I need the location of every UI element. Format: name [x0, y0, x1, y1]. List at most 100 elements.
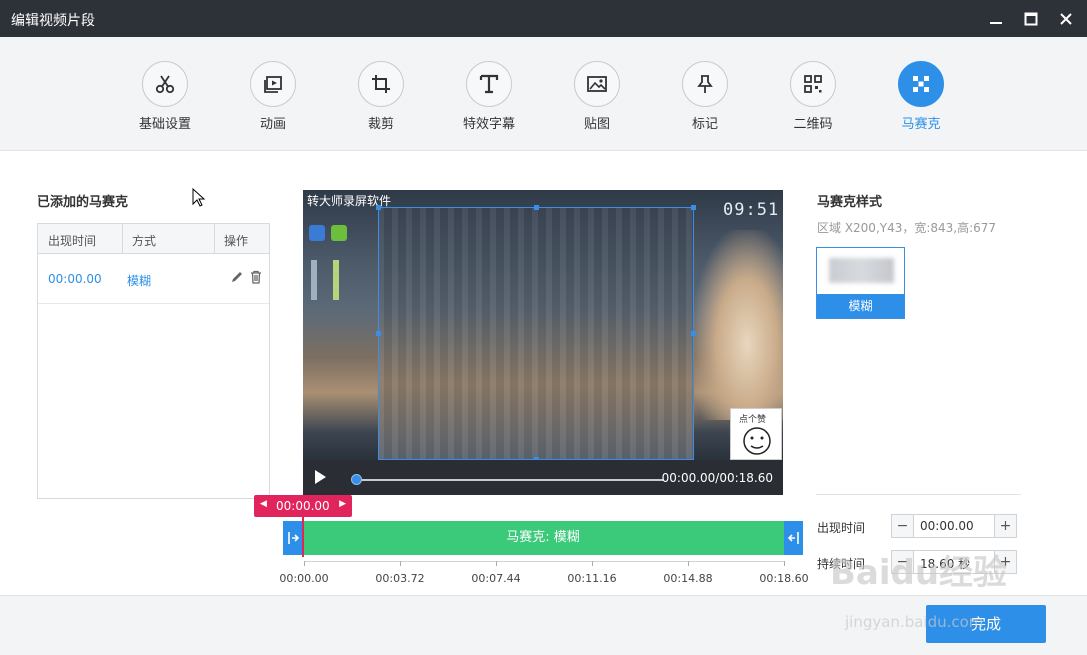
appear-time-stepper[interactable]: − 00:00.00 + — [891, 514, 1017, 538]
timeline-tick — [304, 561, 305, 566]
tab-mosaic[interactable]: 马赛克 — [876, 61, 966, 132]
timeline-tick — [592, 561, 593, 566]
tab-mark[interactable]: 标记 — [660, 61, 750, 132]
pin-icon — [682, 61, 728, 107]
mosaic-clip[interactable]: 马赛克: 模糊 — [302, 521, 784, 555]
mosaic-list: 出现时间 方式 操作 00:00.00 模糊 — [37, 223, 270, 499]
decrement-button[interactable]: − — [892, 515, 914, 537]
added-mosaic-title: 已添加的马赛克 — [37, 195, 129, 210]
close-icon — [1060, 13, 1072, 25]
playhead[interactable] — [302, 517, 304, 557]
progress-track[interactable] — [353, 479, 663, 481]
image-icon — [574, 61, 620, 107]
mosaic-selection-box[interactable] — [376, 205, 696, 462]
edit-icon[interactable] — [229, 269, 245, 285]
title-bar: 编辑视频片段 — [0, 0, 1087, 37]
sticker-text: 点个赞 — [739, 415, 767, 425]
tab-label: 标记 — [691, 117, 718, 132]
mosaic-mode: 模糊 — [127, 274, 152, 288]
video-preview[interactable]: 转大师录屏软件 09:51 点个赞 00:00.00/00:18.60 — [303, 190, 783, 495]
scissors-icon — [142, 61, 188, 107]
tab-sticker[interactable]: 贴图 — [552, 61, 642, 132]
marker-time: 00:00.00 — [276, 499, 330, 513]
timeline-tick-label: 00:07.44 — [471, 572, 521, 585]
timeline-tick-label: 00:03.72 — [375, 572, 425, 585]
list-header: 出现时间 方式 操作 — [38, 224, 269, 254]
tab-label: 二维码 — [793, 117, 833, 132]
maximize-icon — [1024, 12, 1038, 26]
text-icon — [466, 61, 512, 107]
tab-label: 马赛克 — [901, 117, 941, 132]
bracket-in-icon — [287, 532, 299, 544]
tab-label: 裁剪 — [367, 117, 394, 132]
timeline-time-marker[interactable]: ◀ 00:00.00 ▶ — [254, 495, 352, 517]
play-icon[interactable] — [315, 470, 326, 484]
mouse-cursor-icon — [192, 188, 206, 207]
column-header-action: 操作 — [224, 234, 249, 248]
desktop-icon — [331, 225, 347, 241]
baidu-watermark-url: jingyan.baidu.com — [845, 613, 984, 631]
mosaic-time: 00:00.00 — [48, 272, 102, 286]
tab-label: 动画 — [259, 117, 286, 132]
list-item[interactable]: 00:00.00 模糊 — [38, 254, 269, 304]
resize-handle[interactable] — [691, 205, 696, 210]
clip-end-handle[interactable] — [784, 521, 803, 555]
appear-time-label: 出现时间 — [817, 521, 866, 535]
tab-label: 特效字幕 — [462, 117, 515, 132]
minimize-button[interactable] — [985, 8, 1007, 30]
progress-knob[interactable] — [351, 474, 362, 485]
mosaic-icon — [898, 61, 944, 107]
resize-handle[interactable] — [691, 331, 696, 336]
tool-tabs: 基础设置 动画 裁剪 特效字幕 贴图 标记 二维码 马赛克 — [0, 37, 1087, 151]
divider — [816, 494, 1021, 495]
tab-effect-subtitle[interactable]: 特效字幕 — [444, 61, 534, 132]
timeline-tick-label: 00:18.60 — [759, 572, 809, 585]
animation-icon — [250, 61, 296, 107]
minimize-icon — [990, 22, 1002, 24]
desktop-icon — [309, 225, 325, 241]
column-header-time: 出现时间 — [48, 234, 97, 248]
maximize-button[interactable] — [1020, 8, 1042, 30]
column-header-mode: 方式 — [132, 234, 157, 248]
resize-handle[interactable] — [376, 331, 381, 336]
clip-start-handle[interactable] — [283, 521, 302, 555]
desktop-icon — [333, 260, 339, 300]
video-clock: 09:51 — [723, 200, 780, 220]
timeline-tick-label: 00:00.00 — [279, 572, 329, 585]
mosaic-style-title: 马赛克样式 — [817, 195, 883, 210]
desktop-icon — [311, 260, 317, 300]
qrcode-icon — [790, 61, 836, 107]
style-option-blur[interactable]: 模糊 — [816, 247, 905, 319]
crop-icon — [358, 61, 404, 107]
tab-animation[interactable]: 动画 — [228, 61, 318, 132]
timeline-tick — [496, 561, 497, 566]
video-cloud — [693, 230, 783, 420]
timeline-tick-label: 00:14.88 — [663, 572, 713, 585]
timeline-tick — [400, 561, 401, 566]
video-frame: 转大师录屏软件 09:51 点个赞 — [303, 190, 783, 462]
delete-icon[interactable] — [248, 269, 264, 285]
bracket-out-icon — [787, 532, 799, 544]
baidu-watermark-logo: Baidu经验 — [830, 553, 1008, 593]
tab-crop[interactable]: 裁剪 — [336, 61, 426, 132]
tab-label: 贴图 — [583, 117, 610, 132]
tab-basic-settings[interactable]: 基础设置 — [120, 61, 210, 132]
resize-handle[interactable] — [534, 205, 539, 210]
timeline-tick-label: 00:11.16 — [567, 572, 617, 585]
close-button[interactable] — [1055, 8, 1077, 30]
sticker-image: 点个赞 — [730, 408, 782, 460]
face-icon — [743, 427, 771, 455]
timeline-tick — [688, 561, 689, 566]
tab-qrcode[interactable]: 二维码 — [768, 61, 858, 132]
mosaic-region-info: 区域 X200,Y43，宽:843,高:677 — [817, 221, 997, 235]
window-title: 编辑视频片段 — [11, 13, 95, 29]
player-timecode: 00:00.00/00:18.60 — [661, 471, 773, 485]
appear-time-value[interactable]: 00:00.00 — [920, 519, 974, 533]
arrow-left-icon[interactable]: ◀ — [260, 499, 267, 509]
tab-label: 基础设置 — [138, 117, 191, 132]
timeline-ruler — [304, 561, 784, 562]
arrow-right-icon[interactable]: ▶ — [339, 499, 346, 509]
resize-handle[interactable] — [376, 205, 381, 210]
player-controls: 00:00.00/00:18.60 — [303, 460, 783, 495]
increment-button[interactable]: + — [994, 515, 1016, 537]
